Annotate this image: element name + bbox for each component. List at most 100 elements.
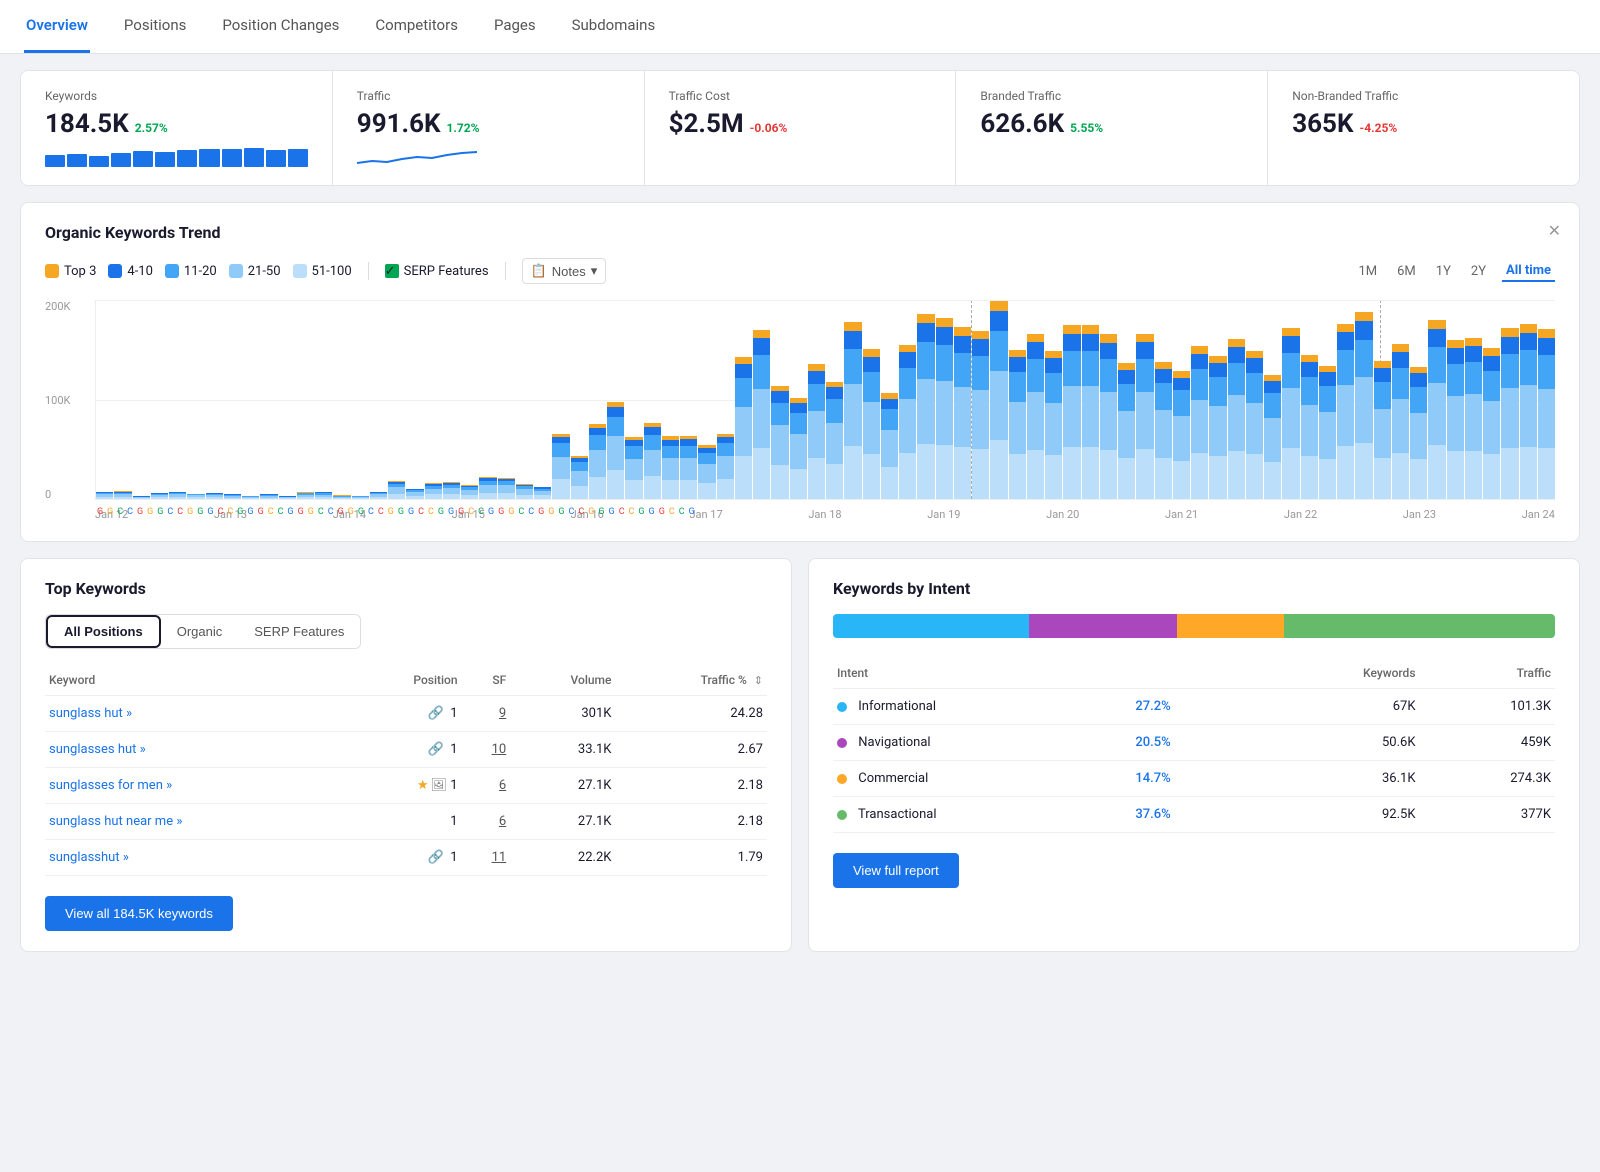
- legend-11-20[interactable]: 11-20: [165, 264, 217, 279]
- serp-dot: G: [308, 507, 314, 517]
- serp-dot: G: [598, 507, 604, 517]
- intent-table: Intent Keywords Traffic Informational 27…: [833, 658, 1555, 833]
- nav-positions[interactable]: Positions: [122, 0, 188, 53]
- nav-subdomains[interactable]: Subdomains: [570, 0, 658, 53]
- serp-dot: C: [679, 507, 685, 517]
- tab-all-positions[interactable]: All Positions: [46, 615, 161, 648]
- bar-group: [425, 300, 442, 499]
- col-traffic: Traffic % ⇕: [615, 665, 767, 696]
- traffic-filter-icon[interactable]: ⇕: [754, 674, 763, 687]
- serp-dot: G: [197, 507, 203, 517]
- serp-dot: C: [428, 507, 434, 517]
- intent-dot: [837, 810, 847, 820]
- bar-group: [1082, 300, 1099, 499]
- serp-dot: C: [117, 507, 123, 517]
- intent-traffic-cell: 101.3K: [1420, 689, 1556, 725]
- bar-group: [1410, 300, 1427, 499]
- time-1y[interactable]: 1Y: [1432, 262, 1455, 281]
- bar-group: [552, 300, 569, 499]
- nav-overview[interactable]: Overview: [24, 0, 90, 53]
- view-full-report-button[interactable]: View full report: [833, 853, 959, 888]
- intent-name-cell: Transactional: [833, 797, 1131, 833]
- bar-group: [954, 300, 971, 499]
- legend-4-10-check: [108, 264, 122, 278]
- keyword-link[interactable]: sunglasshut »: [49, 850, 129, 865]
- serp-dot: G: [358, 507, 364, 517]
- intent-traffic-cell: 274.3K: [1420, 761, 1556, 797]
- view-all-keywords-button[interactable]: View all 184.5K keywords: [45, 896, 233, 931]
- bar-group: [1374, 300, 1391, 499]
- tab-serp-features[interactable]: SERP Features: [238, 615, 360, 648]
- bar-group: [644, 300, 661, 499]
- tab-organic[interactable]: Organic: [161, 615, 239, 648]
- serp-dot: G: [147, 507, 153, 517]
- nav-competitors[interactable]: Competitors: [373, 0, 460, 53]
- serp-dot: C: [227, 507, 233, 517]
- time-6m[interactable]: 6M: [1393, 262, 1420, 281]
- keyword-link[interactable]: sunglasses for men »: [49, 778, 172, 793]
- keyword-link[interactable]: sunglass hut »: [49, 706, 132, 721]
- serp-dot: G: [508, 507, 514, 517]
- position-cell: 🔗 1: [349, 696, 461, 732]
- intent-keywords-cell: 36.1K: [1252, 761, 1420, 797]
- bar-group: [753, 300, 770, 499]
- legend-21-50-label: 21-50: [248, 264, 281, 279]
- serp-dot: G: [338, 507, 344, 517]
- bar-group: [1538, 300, 1555, 499]
- bar-group: [242, 300, 259, 499]
- bar-group: [790, 300, 807, 499]
- bar-group: [1520, 300, 1537, 499]
- bar-group: [936, 300, 953, 499]
- legend-21-50[interactable]: 21-50: [229, 264, 281, 279]
- serp-dot: G: [388, 507, 394, 517]
- bar-group: [863, 300, 880, 499]
- chart-container: 200K 100K 0 Database growth SERP feature…: [45, 300, 1555, 521]
- sf-cell: 6: [462, 804, 511, 840]
- keyword-tabs: All Positions Organic SERP Features: [45, 614, 361, 649]
- serp-dot: C: [328, 507, 334, 517]
- serp-dot: C: [478, 507, 484, 517]
- intent-pct-cell: 14.7%: [1131, 761, 1251, 797]
- close-trend-button[interactable]: ✕: [1548, 221, 1561, 240]
- legend-top3[interactable]: Top 3: [45, 264, 96, 279]
- bar-group: [224, 300, 241, 499]
- legend-51-100-label: 51-100: [312, 264, 352, 279]
- keyword-link[interactable]: sunglass hut near me »: [49, 814, 182, 829]
- bar-group: [844, 300, 861, 499]
- sf-cell: 6: [462, 768, 511, 804]
- intent-bar: [833, 614, 1555, 638]
- bar-group: [333, 300, 350, 499]
- bar-group: [680, 300, 697, 499]
- legend-top3-label: Top 3: [64, 264, 96, 279]
- bar-group: [735, 300, 752, 499]
- intent-table-row: Navigational 20.5% 50.6K 459K: [833, 725, 1555, 761]
- intent-bar-segment: [1029, 614, 1177, 638]
- bar-group: [972, 300, 989, 499]
- col-volume: Volume: [510, 665, 615, 696]
- volume-cell: 33.1K: [510, 732, 615, 768]
- bar-group: [1501, 300, 1518, 499]
- nav-pages[interactable]: Pages: [492, 0, 538, 53]
- nav-position-changes[interactable]: Position Changes: [220, 0, 341, 53]
- metric-nonbranded-label: Non-Branded Traffic: [1292, 89, 1555, 103]
- serp-dot: C: [669, 507, 675, 517]
- keyword-link[interactable]: sunglasses hut »: [49, 742, 146, 757]
- intent-name: Informational: [858, 699, 936, 714]
- notes-button[interactable]: 📋 Notes ▾: [522, 258, 607, 284]
- time-1m[interactable]: 1M: [1354, 262, 1381, 281]
- bar-group: [1392, 300, 1409, 499]
- legend-4-10[interactable]: 4-10: [108, 264, 153, 279]
- intent-dot: [837, 702, 847, 712]
- legend-51-100[interactable]: 51-100: [293, 264, 352, 279]
- legend-serp[interactable]: ✓ SERP Features: [385, 264, 489, 279]
- serp-dot: G: [438, 507, 444, 517]
- serp-dot: G: [247, 507, 253, 517]
- time-all[interactable]: All time: [1502, 261, 1555, 282]
- bar-group: [571, 300, 588, 499]
- bar-group: [1063, 300, 1080, 499]
- time-2y[interactable]: 2Y: [1467, 262, 1490, 281]
- serp-dot: G: [448, 507, 454, 517]
- volume-cell: 27.1K: [510, 804, 615, 840]
- metric-branded-value: 626.6K 5.55%: [980, 109, 1243, 139]
- serp-dot: C: [518, 507, 524, 517]
